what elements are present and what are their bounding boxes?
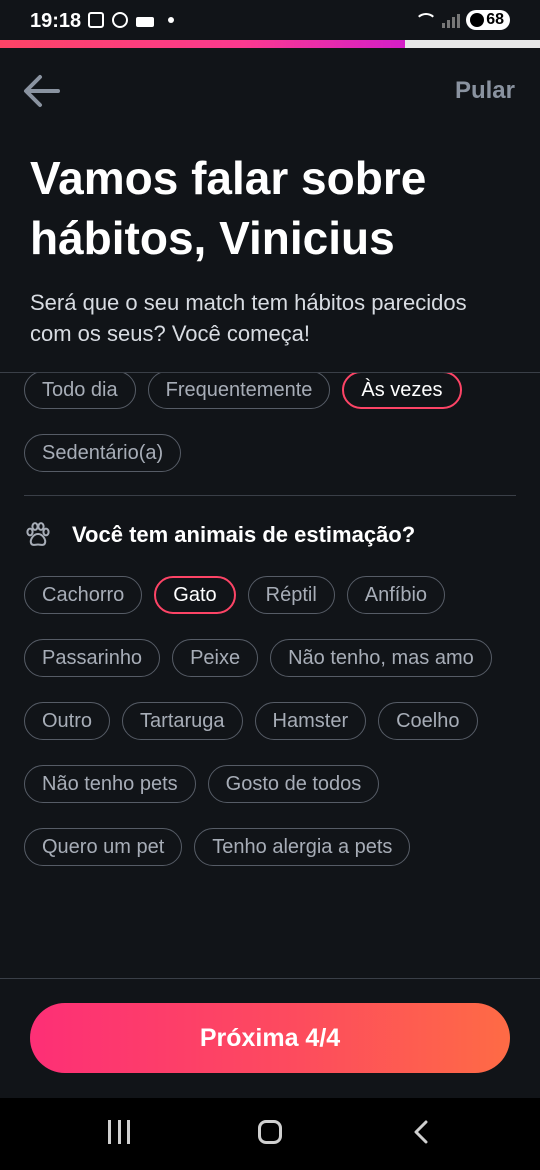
more-notifications-dot-icon bbox=[168, 17, 174, 23]
battery-level: 68 bbox=[486, 11, 504, 28]
status-time: 19:18 bbox=[30, 10, 82, 32]
pet-chip-gosto-de-todos[interactable]: Gosto de todos bbox=[207, 765, 380, 803]
page-title: Vamos falar sobre hábitos, Vinicius bbox=[30, 152, 427, 264]
pet-chip-outro[interactable]: Outro bbox=[24, 702, 111, 740]
status-bar: 19:18 68 bbox=[0, 0, 540, 40]
section-divider bbox=[24, 495, 516, 496]
pet-chip-passarinho[interactable]: Passarinho bbox=[24, 639, 161, 677]
activity-options: Todo dia Frequentemente Às vezes Sedentário… bbox=[24, 373, 524, 472]
pets-question-text: Você tem animais de estimação? bbox=[72, 522, 416, 547]
battery-indicator: 68 bbox=[466, 10, 510, 30]
activity-chip-sedentario-a[interactable]: Sedentário(a) bbox=[24, 434, 182, 472]
signal-icon bbox=[442, 12, 461, 28]
pet-chip-cachorro[interactable]: Cachorro bbox=[24, 576, 143, 614]
pet-chip-gato[interactable]: Gato bbox=[154, 576, 236, 614]
pet-options: Cachorro Gato Réptil Anfíbio Passarinho Peixe… bbox=[24, 576, 524, 866]
pets-question: Você tem animais de estimação? bbox=[24, 521, 415, 549]
page-subtitle: Será que o seu match tem hábitos parecid… bbox=[30, 290, 467, 346]
home-icon[interactable] bbox=[258, 1120, 282, 1144]
back-nav-icon[interactable] bbox=[410, 1120, 434, 1144]
footer-divider bbox=[0, 978, 540, 979]
wifi-icon bbox=[414, 12, 438, 28]
recent-apps-icon[interactable] bbox=[108, 1120, 130, 1144]
pet-chip-tenho-alergia-a-pets[interactable]: Tenho alergia a pets bbox=[194, 828, 411, 866]
progress-fill bbox=[0, 40, 405, 48]
screenshot-icon bbox=[88, 12, 104, 28]
pet-chip-quero-um-pet[interactable]: Quero um pet bbox=[24, 828, 183, 866]
pet-chip-reptil[interactable]: Réptil bbox=[247, 576, 335, 614]
header: Pular bbox=[0, 48, 540, 134]
paw-icon bbox=[26, 522, 50, 546]
activity-chip-as-vezes[interactable]: Às vezes bbox=[342, 373, 462, 409]
pet-chip-hamster[interactable]: Hamster bbox=[254, 702, 367, 740]
onboarding-progress-bar bbox=[0, 40, 540, 48]
pet-chip-nao-tenho-pets[interactable]: Não tenho pets bbox=[24, 765, 196, 803]
arrow-left-icon bbox=[24, 75, 60, 107]
notification-icons bbox=[88, 12, 174, 28]
activity-chip-todo-dia[interactable]: Todo dia bbox=[24, 373, 136, 409]
system-icons: 68 bbox=[414, 10, 510, 30]
pet-chip-anfibio[interactable]: Anfíbio bbox=[346, 576, 446, 614]
pet-chip-nao-tenho-mas-amo[interactable]: Não tenho, mas amo bbox=[270, 639, 492, 677]
options-scroll-area[interactable]: Todo dia Frequentemente Às vezes Sedentário… bbox=[0, 373, 540, 978]
chat-icon bbox=[112, 12, 128, 28]
skip-button[interactable]: Pular bbox=[455, 77, 515, 105]
pet-chip-tartaruga[interactable]: Tartaruga bbox=[122, 702, 243, 740]
pet-chip-coelho[interactable]: Coelho bbox=[378, 702, 478, 740]
pet-chip-peixe[interactable]: Peixe bbox=[172, 639, 259, 677]
back-button[interactable] bbox=[20, 70, 64, 114]
system-navigation-bar bbox=[0, 1098, 540, 1170]
app-notification-icon bbox=[136, 16, 154, 27]
next-button[interactable]: Próxima 4/4 bbox=[30, 1003, 510, 1073]
battery-saver-icon bbox=[470, 13, 485, 27]
activity-chip-frequentemente[interactable]: Frequentemente bbox=[147, 373, 331, 409]
